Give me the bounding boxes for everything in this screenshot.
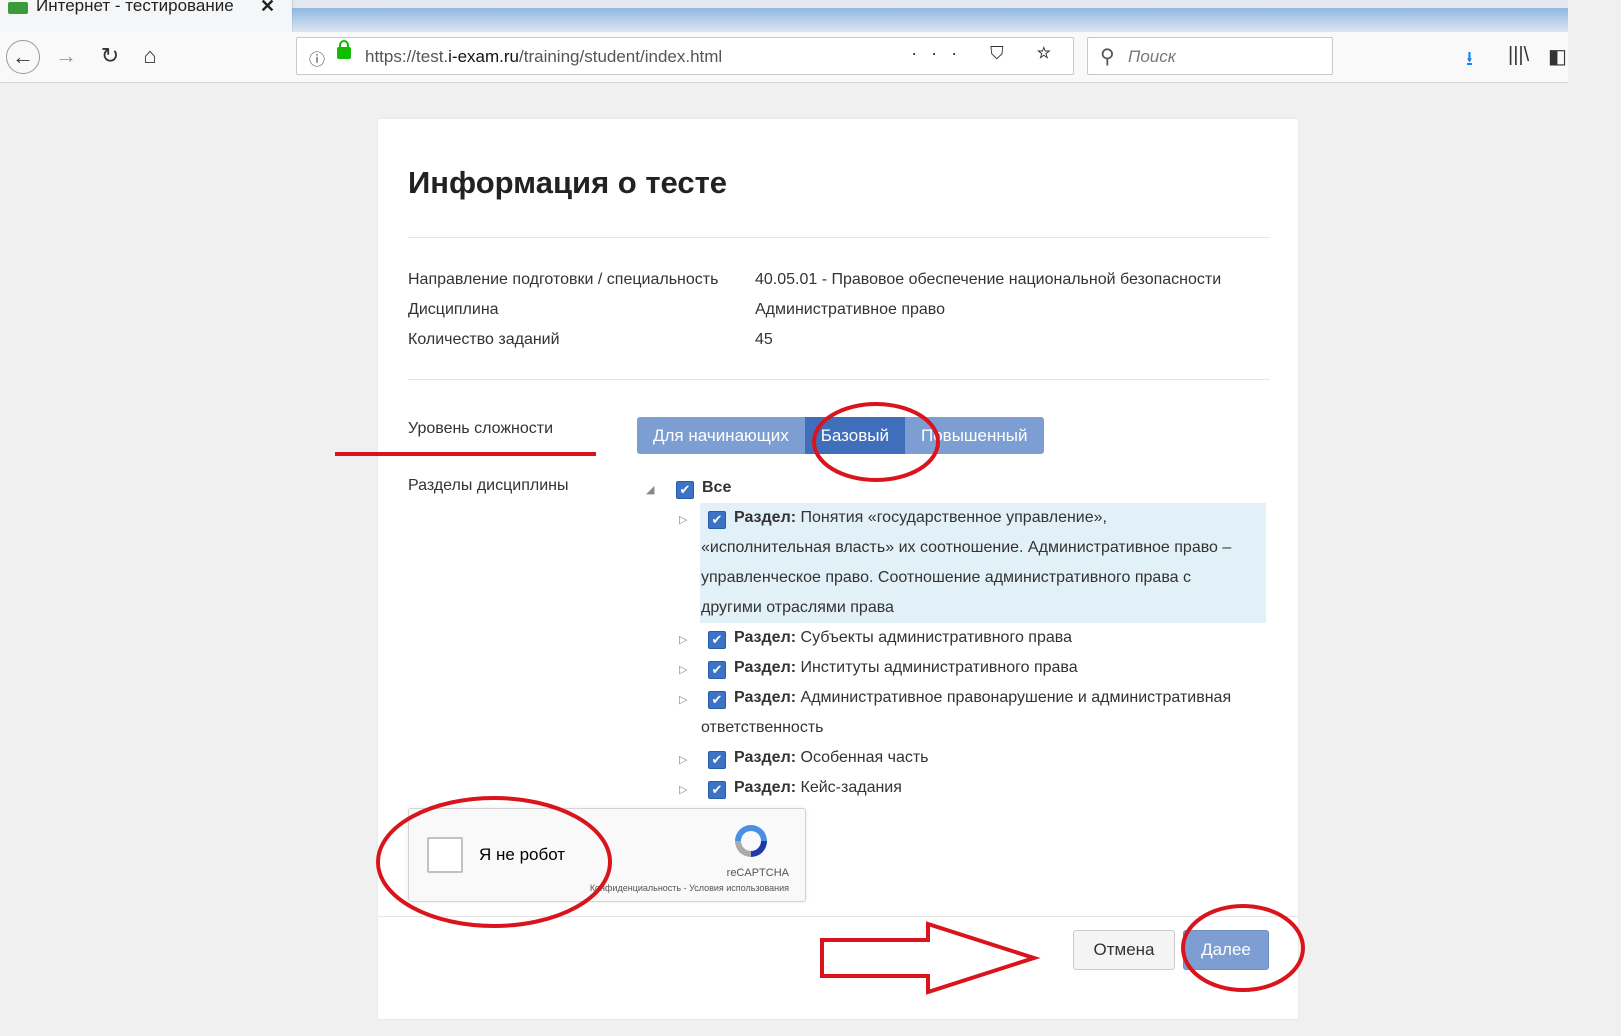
section-prefix: Раздел: (734, 629, 797, 646)
url-domain: i-exam.ru (448, 47, 520, 66)
section-6-title: Кейс-задания (800, 779, 902, 796)
forward-icon[interactable]: → (52, 42, 80, 70)
recaptcha-label: Я не робот (479, 845, 566, 864)
info-value-task-count: 45 (755, 331, 773, 348)
recaptcha-logo-icon (735, 825, 767, 857)
tab-strip: Интернет - тестирование ✕ (0, 0, 1568, 32)
section-prefix: Раздел: (734, 689, 797, 706)
tree-section-2[interactable]: ✔ Раздел: Субъекты административного прав… (708, 623, 1072, 653)
checkbox-icon[interactable]: ✔ (708, 691, 726, 709)
navigation-bar: ← → ↻ ⌂ ⓘ https://test.i-exam.ru/trainin… (0, 32, 1568, 83)
info-label-task-count: Количество заданий (408, 331, 560, 348)
cancel-button[interactable]: Отмена (1073, 930, 1175, 970)
page-title: Информация о тесте (408, 165, 727, 200)
section-prefix: Раздел: (734, 509, 797, 526)
library-icon[interactable]: |||\ (1508, 44, 1529, 67)
url-text[interactable]: https://test.i-exam.ru/training/student/… (365, 47, 722, 67)
section-prefix: Раздел: (734, 749, 797, 766)
info-label-discipline: Дисциплина (408, 301, 499, 318)
divider (408, 237, 1270, 238)
expand-icon[interactable]: ▷ (679, 513, 687, 526)
section-2-title: Субъекты административного права (800, 629, 1072, 646)
checkbox-icon[interactable]: ✔ (708, 511, 726, 529)
tab-title: Интернет - тестирование (36, 0, 234, 15)
url-bar[interactable]: ⓘ https://test.i-exam.ru/training/studen… (296, 37, 1074, 75)
reload-icon[interactable]: ↻ (96, 42, 124, 70)
test-info-card: Информация о тесте Направление подготовк… (378, 119, 1298, 1019)
info-label-specialty: Направление подготовки / специальность (408, 271, 719, 288)
url-prefix: https://test. (365, 47, 449, 66)
collapse-icon[interactable]: ◢ (646, 483, 654, 496)
checkbox-icon[interactable]: ✔ (708, 751, 726, 769)
tree-section-1[interactable]: ✔ Раздел: Понятия «государственное управл… (708, 503, 1107, 533)
checkbox-icon[interactable]: ✔ (708, 661, 726, 679)
expand-icon[interactable]: ▷ (679, 633, 687, 646)
sections-label: Разделы дисциплины (408, 477, 569, 494)
lock-icon (337, 40, 351, 59)
difficulty-advanced-button[interactable]: Повышенный (905, 417, 1044, 454)
back-icon[interactable]: ← (6, 40, 40, 74)
tree-section-4[interactable]: ✔ Раздел: Административное правонарушение… (708, 683, 1231, 713)
section-5-title: Особенная часть (800, 749, 929, 766)
tab-internet-testing[interactable]: Интернет - тестирование ✕ (0, 0, 293, 32)
section-prefix: Раздел: (734, 779, 797, 796)
search-icon: ⚲ (1100, 46, 1115, 68)
tab-strip-background (292, 8, 1568, 32)
section-prefix: Раздел: (734, 659, 797, 676)
recaptcha-brand: reCAPTCHA (726, 867, 789, 879)
download-icon[interactable]: ⭳ (1466, 44, 1473, 78)
recaptcha-checkbox[interactable] (427, 837, 463, 873)
difficulty-basic-button[interactable]: Базовый (804, 417, 905, 454)
divider (408, 379, 1270, 380)
recaptcha-widget: Я не робот reCAPTCHA Конфиденциальность … (408, 808, 806, 902)
tree-section-6[interactable]: ✔ Раздел: Кейс-задания (708, 773, 902, 803)
home-icon[interactable]: ⌂ (136, 42, 164, 70)
section-3-title: Институты административного права (800, 659, 1078, 676)
favicon-icon (8, 2, 28, 14)
info-value-specialty: 40.05.01 - Правовое обеспечение национал… (755, 271, 1222, 288)
footer-divider (378, 916, 1298, 917)
checkbox-icon[interactable]: ✔ (708, 781, 726, 799)
url-path: /training/student/index.html (519, 47, 723, 66)
expand-icon[interactable]: ▷ (679, 693, 687, 706)
tree-section-3[interactable]: ✔ Раздел: Институты административного пра… (708, 653, 1078, 683)
tree-section-5[interactable]: ✔ Раздел: Особенная часть (708, 743, 929, 773)
tree-root-all[interactable]: ✔ Все (676, 473, 731, 503)
checkbox-icon[interactable]: ✔ (676, 481, 694, 499)
sidebar-icon[interactable]: ◧ (1548, 44, 1567, 69)
expand-icon[interactable]: ▷ (679, 663, 687, 676)
section-1-line-2: «исполнительная власть» их соотношение. … (701, 539, 1232, 556)
next-button[interactable]: Далее (1183, 930, 1269, 970)
section-4-line-1: Административное правонарушение и админи… (800, 689, 1232, 706)
difficulty-label: Уровень сложности (408, 420, 554, 437)
tree-root-label: Все (702, 479, 732, 496)
difficulty-beginner-button[interactable]: Для начинающих (637, 417, 805, 454)
section-1-line-1: Понятия «государственное управление», (800, 509, 1107, 526)
info-value-discipline: Административное право (755, 301, 946, 318)
expand-icon[interactable]: ▷ (679, 753, 687, 766)
section-1-line-3: управленческое право. Соотношение админи… (701, 569, 1191, 586)
search-placeholder: Поиск (1128, 47, 1176, 66)
info-icon[interactable]: ⓘ (309, 46, 325, 70)
difficulty-selector: Для начинающих Базовый Повышенный (637, 417, 1044, 454)
expand-icon[interactable]: ▷ (679, 783, 687, 796)
search-input[interactable]: ⚲ Поиск (1087, 37, 1333, 75)
section-4-line-2: ответственность (701, 719, 824, 736)
recaptcha-links[interactable]: Конфиденциальность - Условия использован… (590, 883, 789, 893)
close-icon[interactable]: ✕ (260, 0, 275, 17)
section-1-line-4: другими отраслями права (701, 599, 894, 616)
page-actions-icons[interactable]: ··· ⛉ ☆ (911, 43, 1065, 64)
checkbox-icon[interactable]: ✔ (708, 631, 726, 649)
